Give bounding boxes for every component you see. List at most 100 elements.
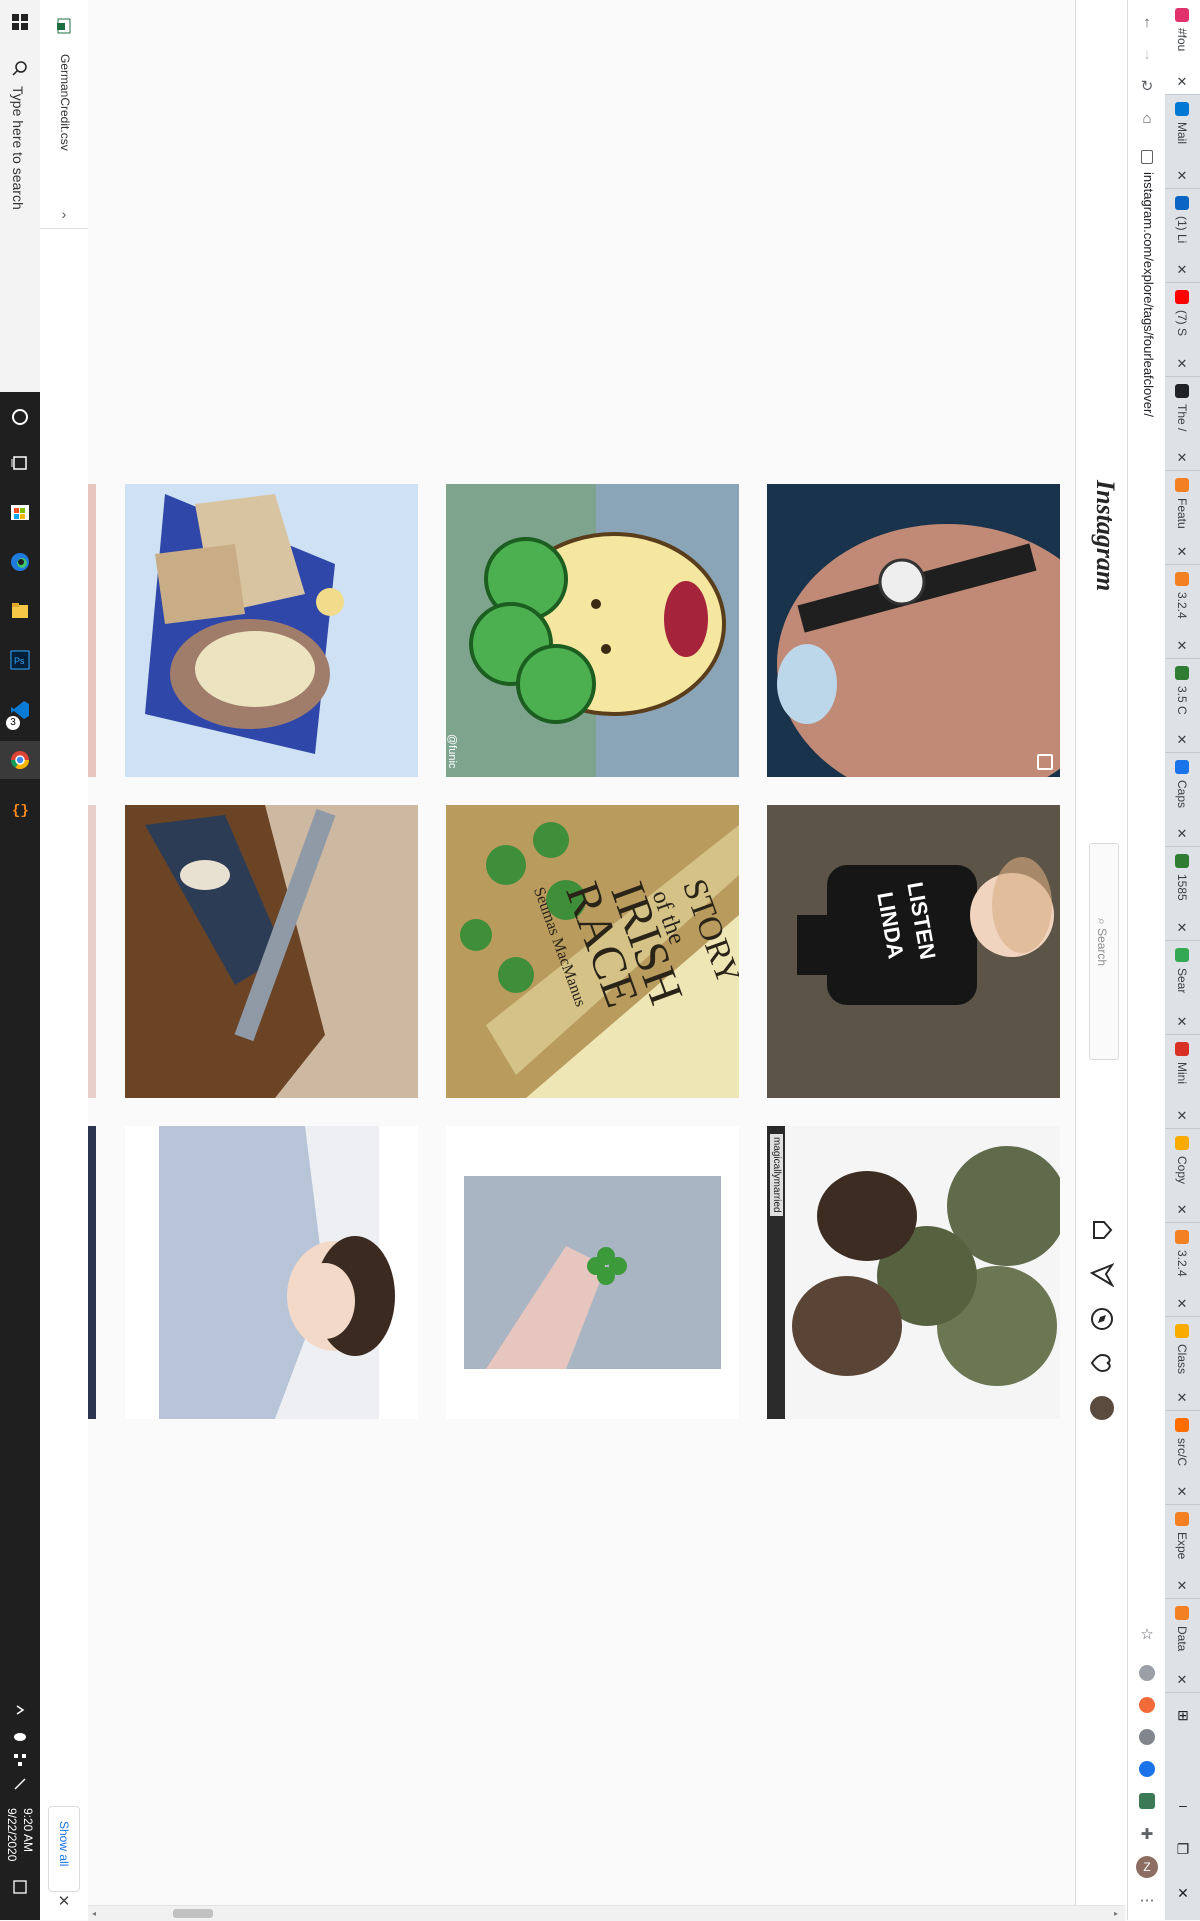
restore-icon[interactable]: ❐ xyxy=(1174,1840,1192,1858)
cloud-icon[interactable] xyxy=(8,1724,32,1748)
file-explorer-icon[interactable] xyxy=(8,599,32,623)
chrome-icon[interactable] xyxy=(8,748,32,772)
rifle-engraving-post[interactable] xyxy=(125,805,418,1098)
tab-favicon-icon xyxy=(1175,760,1189,774)
profile-avatar[interactable]: Z xyxy=(1136,1856,1158,1878)
partial-post-tile[interactable] xyxy=(88,805,96,1098)
irish-race-book-post[interactable]: STORY of the IRISH RACE Seumas MacManus xyxy=(446,805,739,1098)
browser-tab[interactable]: #fou ✕ xyxy=(1165,0,1200,95)
tab-close-icon[interactable]: ✕ xyxy=(1174,1108,1190,1124)
browser-tab[interactable]: Expe ✕ xyxy=(1165,1504,1200,1599)
browser-tab[interactable]: 3.5 C ✕ xyxy=(1165,658,1200,753)
edge-icon[interactable] xyxy=(8,550,32,574)
network-icon[interactable] xyxy=(8,1748,32,1772)
scroll-left-icon[interactable]: ◂ xyxy=(92,1909,96,1918)
back-icon[interactable]: ↑ xyxy=(1135,10,1159,34)
browser-tab[interactable]: 3.2.4 ✕ xyxy=(1165,564,1200,659)
tab-close-icon[interactable]: ✕ xyxy=(1174,450,1190,466)
home-button-icon[interactable]: ⌂ xyxy=(1135,106,1159,130)
direct-message-icon[interactable] xyxy=(1089,1262,1115,1288)
instagram-search-input[interactable]: ⌕ Search xyxy=(1089,843,1119,1060)
partial-post-tile[interactable] xyxy=(88,484,96,777)
profile-avatar[interactable] xyxy=(1090,1396,1114,1420)
tab-close-icon[interactable]: ✕ xyxy=(1174,1390,1190,1406)
heart-icon[interactable] xyxy=(1090,1351,1114,1375)
browser-tab[interactable]: Copy ✕ xyxy=(1165,1128,1200,1223)
tab-close-icon[interactable]: ✕ xyxy=(1174,1014,1190,1030)
horizontal-scrollbar[interactable]: ◂ ▸ xyxy=(88,1905,1125,1921)
bookmark-star-icon[interactable]: ☆ xyxy=(1135,1622,1159,1646)
tab-close-icon[interactable]: ✕ xyxy=(1174,262,1190,278)
tab-close-icon[interactable]: ✕ xyxy=(1174,1484,1190,1500)
toddler-post[interactable]: LISTEN LINDA xyxy=(767,805,1060,1098)
browser-tab[interactable]: Caps ✕ xyxy=(1165,752,1200,847)
forward-icon[interactable]: ↓ xyxy=(1135,42,1159,66)
browser-tab[interactable]: Featu ✕ xyxy=(1165,470,1200,565)
clock-date[interactable]: 9/22/2020 xyxy=(5,1808,19,1861)
browser-tab[interactable]: Mini ✕ xyxy=(1165,1034,1200,1129)
tab-close-icon[interactable]: ✕ xyxy=(1174,826,1190,842)
browser-tab[interactable]: 3.2.4 ✕ xyxy=(1165,1222,1200,1317)
extensions-puzzle-icon[interactable]: ✚ xyxy=(1135,1822,1159,1846)
scroll-right-icon[interactable]: ▸ xyxy=(1114,1909,1118,1918)
partial-post-tile[interactable] xyxy=(88,1126,96,1419)
hand-clover-post[interactable] xyxy=(446,1126,739,1419)
photoshop-icon[interactable]: Ps xyxy=(8,648,32,672)
tab-close-icon[interactable]: ✕ xyxy=(1174,168,1190,184)
extension-icon[interactable] xyxy=(1139,1761,1155,1777)
tab-close-icon[interactable]: ✕ xyxy=(1174,732,1190,748)
tab-close-icon[interactable]: ✕ xyxy=(1174,1672,1190,1688)
extension-icon[interactable] xyxy=(1139,1793,1155,1809)
clover-character-post[interactable]: @funic xyxy=(446,484,739,777)
windows-start-icon[interactable] xyxy=(8,10,32,34)
browser-tab[interactable]: (7) S ✕ xyxy=(1165,282,1200,377)
extension-icon[interactable] xyxy=(1139,1665,1155,1681)
lock-icon[interactable] xyxy=(1141,150,1153,164)
pen-icon[interactable] xyxy=(8,1772,32,1796)
browser-tab[interactable]: The / ✕ xyxy=(1165,376,1200,471)
explore-compass-icon[interactable] xyxy=(1090,1307,1114,1331)
couple-clover-post[interactable]: magicallymarried xyxy=(767,1126,1060,1419)
tab-close-icon[interactable]: ✕ xyxy=(1174,544,1190,560)
task-view-icon[interactable] xyxy=(8,451,32,475)
browser-tab[interactable]: Sear ✕ xyxy=(1165,940,1200,1035)
notification-icon[interactable] xyxy=(8,1875,32,1899)
browser-tab[interactable]: src/C ✕ xyxy=(1165,1410,1200,1505)
show-all-button[interactable]: Show all xyxy=(48,1806,80,1892)
new-tab-icon[interactable]: ⊞ xyxy=(1174,1706,1192,1724)
taskbar-search-box[interactable]: Type here to search xyxy=(0,0,41,392)
extension-icon[interactable] xyxy=(1139,1729,1155,1745)
browser-tab[interactable]: Class ✕ xyxy=(1165,1316,1200,1411)
home-icon[interactable] xyxy=(1090,1218,1114,1242)
address-bar[interactable]: instagram.com/explore/tags/fourleafclove… xyxy=(1141,172,1156,417)
close-icon[interactable]: ✕ xyxy=(56,1894,72,1910)
chevron-down-icon[interactable]: › xyxy=(56,206,72,222)
browser-tab[interactable]: 1585 ✕ xyxy=(1165,846,1200,941)
tab-close-icon[interactable]: ✕ xyxy=(1174,1296,1190,1312)
download-item[interactable]: GermanCredit.csv › xyxy=(40,8,88,229)
portrait-post[interactable] xyxy=(125,1126,418,1419)
cortana-icon[interactable] xyxy=(8,405,32,429)
food-bread-post[interactable] xyxy=(125,484,418,777)
tab-close-icon[interactable]: ✕ xyxy=(1174,920,1190,936)
show-hidden-icons-icon[interactable] xyxy=(8,1698,32,1722)
tab-close-icon[interactable]: ✕ xyxy=(1174,638,1190,654)
browser-tab[interactable]: Mail ✕ xyxy=(1165,94,1200,189)
tab-close-icon[interactable]: ✕ xyxy=(1174,356,1190,372)
store-icon[interactable] xyxy=(8,500,32,524)
minimize-icon[interactable]: – xyxy=(1174,1796,1192,1814)
clock-time[interactable]: 9:20 AM xyxy=(21,1808,35,1852)
extension-icon[interactable] xyxy=(1139,1697,1155,1713)
close-window-icon[interactable]: ✕ xyxy=(1174,1884,1192,1902)
tab-close-icon[interactable]: ✕ xyxy=(1174,1202,1190,1218)
browser-tab[interactable]: (1) Li ✕ xyxy=(1165,188,1200,283)
bracelet-post[interactable] xyxy=(767,484,1060,777)
reload-icon[interactable]: ↻ xyxy=(1135,74,1159,98)
menu-kebab-icon[interactable]: ⋯ xyxy=(1135,1888,1159,1912)
scrollbar-thumb[interactable] xyxy=(173,1909,213,1918)
brackets-icon[interactable]: {} xyxy=(8,797,32,821)
instagram-logo[interactable]: Instagram xyxy=(1090,480,1120,591)
tab-close-icon[interactable]: ✕ xyxy=(1174,74,1190,90)
browser-tab[interactable]: Data ✕ xyxy=(1165,1598,1200,1693)
tab-close-icon[interactable]: ✕ xyxy=(1174,1578,1190,1594)
